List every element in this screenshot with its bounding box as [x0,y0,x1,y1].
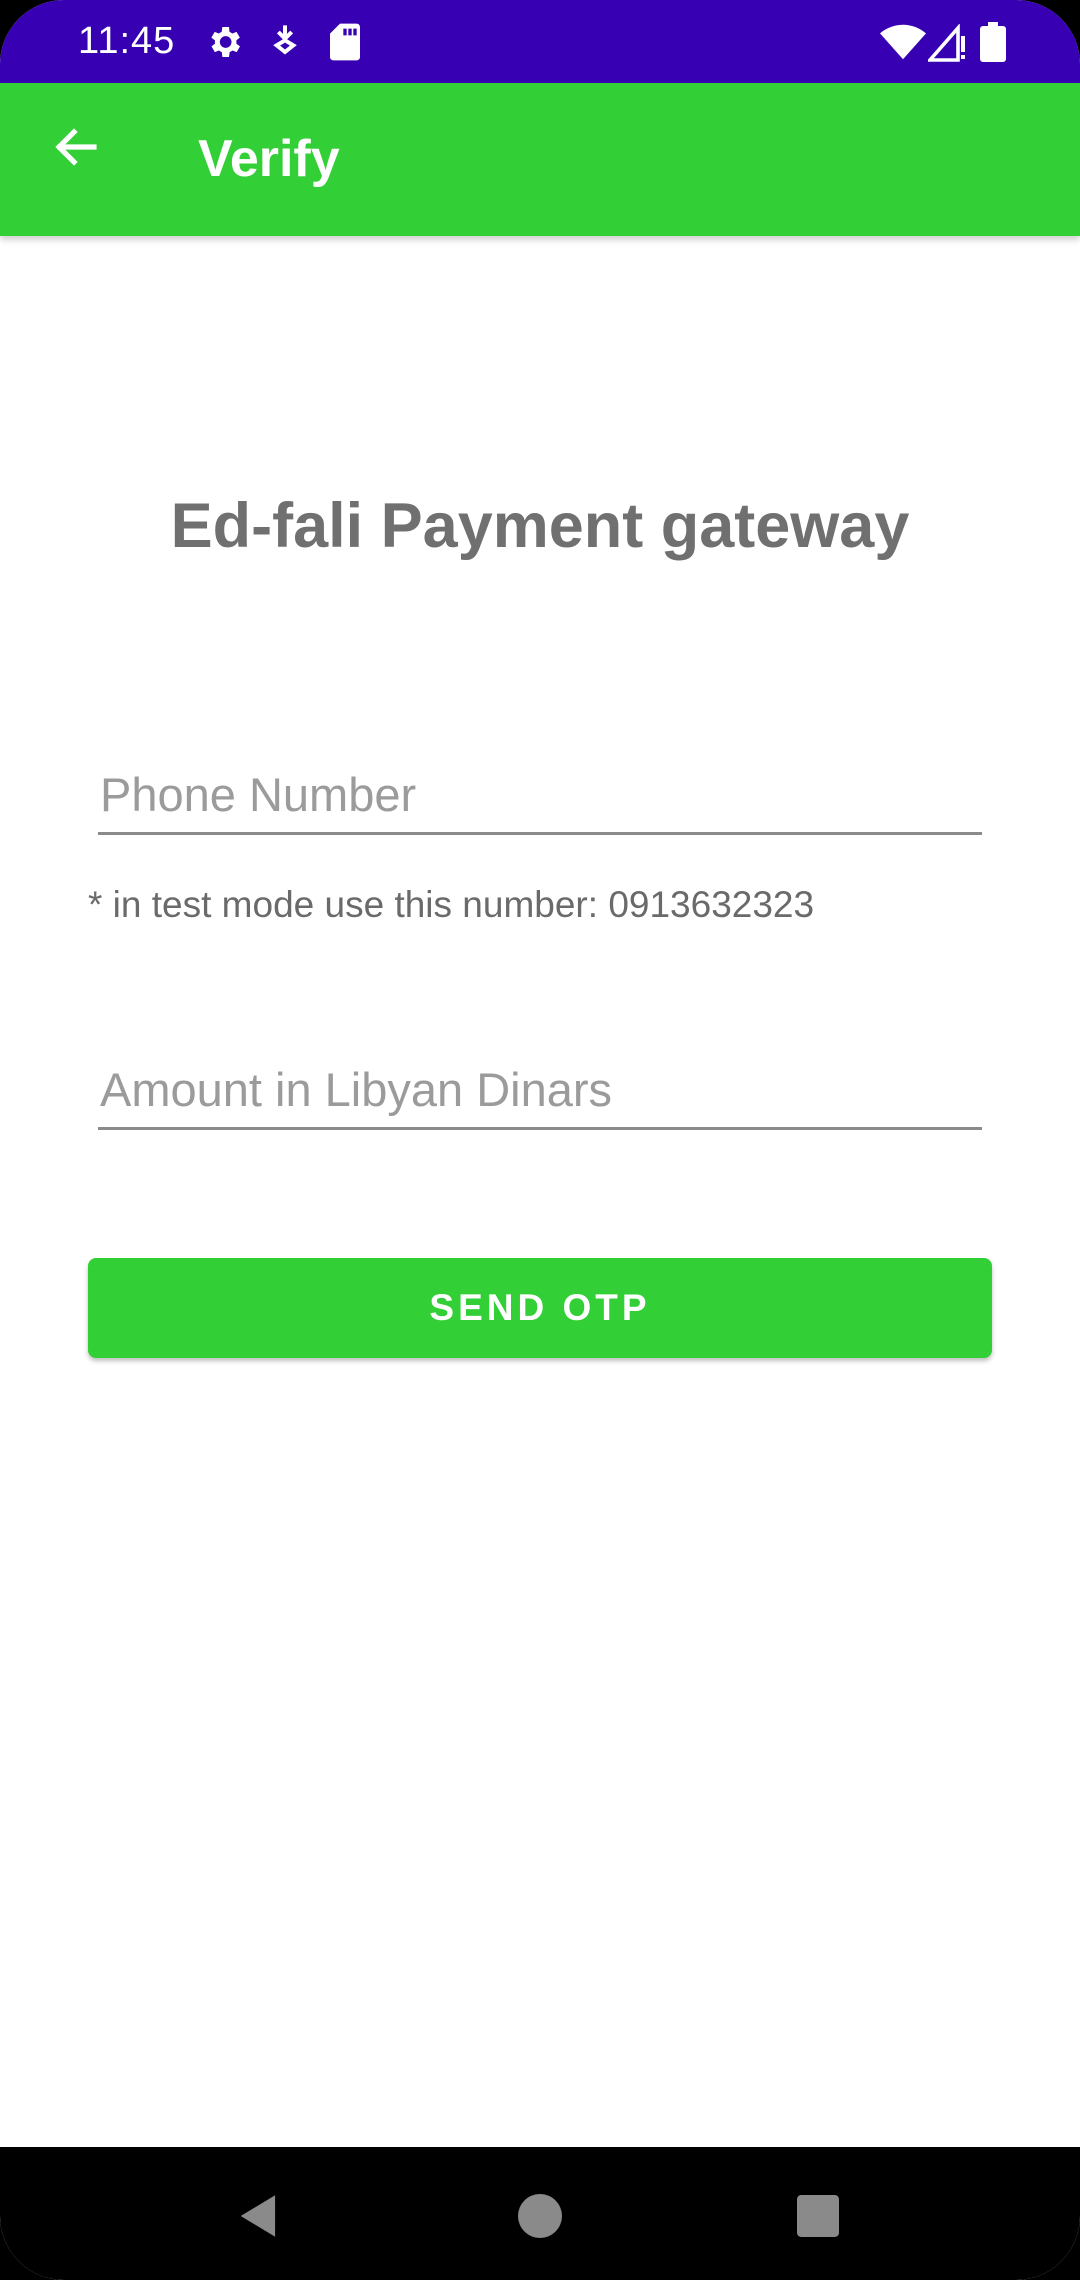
screen: 11:45 Verify Ed-fali Payment gateway Pho… [0,0,1080,2280]
home-circle-icon [518,2193,562,2243]
download-icon [268,22,302,67]
cell-signal-icon [926,23,968,67]
nav-back-button[interactable] [224,2183,294,2253]
battery-icon [980,22,1006,67]
status-time: 11:45 [78,20,176,62]
arrow-back-icon [52,123,100,176]
app-bar: Verify [0,83,1080,236]
gear-icon [204,22,244,67]
amount-field[interactable] [98,1052,982,1130]
page-title: Verify [198,130,340,188]
back-triangle-icon [236,2193,282,2244]
status-bar: 11:45 [0,0,1080,83]
wifi-icon [880,24,926,65]
recents-square-icon [797,2194,839,2242]
nav-recents-button[interactable] [783,2183,853,2253]
sd-card-icon [328,22,362,67]
system-nav-bar [0,2147,1080,2280]
send-otp-button[interactable]: SEND OTP [88,1258,992,1358]
test-mode-hint: * in test mode use this number: 09136323… [88,884,815,925]
gateway-heading: Ed-fali Payment gateway [170,491,910,561]
phone-number-field[interactable] [98,757,982,835]
nav-home-button[interactable] [505,2183,575,2253]
back-button[interactable] [40,113,112,185]
